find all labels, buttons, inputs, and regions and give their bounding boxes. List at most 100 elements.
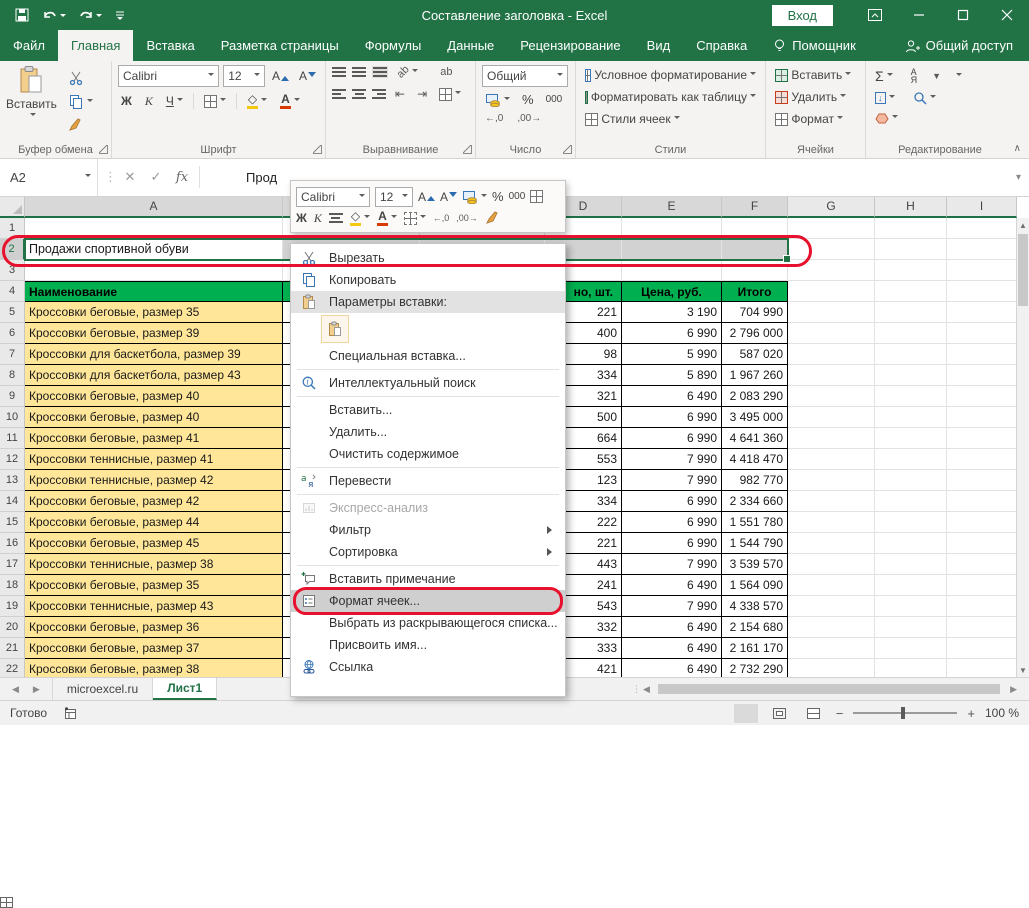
decrease-indent-button[interactable]: ⇤ [392, 86, 408, 102]
cell-E19[interactable]: 7 990 [622, 596, 722, 617]
cell-I18[interactable] [947, 575, 1017, 596]
mini-increase-font-button[interactable]: А [418, 190, 435, 204]
zoom-level[interactable]: 100 % [985, 706, 1019, 720]
cell-F1[interactable] [722, 218, 788, 239]
normal-view-button[interactable] [734, 704, 758, 723]
name-box[interactable]: A2 [0, 158, 98, 196]
cell-I7[interactable] [947, 344, 1017, 365]
menu-item-16[interactable]: Сортировка [291, 541, 565, 563]
cell-A3[interactable] [25, 260, 283, 281]
mini-format-painter-button[interactable] [485, 211, 499, 225]
bold-button[interactable]: Ж [118, 93, 135, 109]
cell-H11[interactable] [875, 428, 947, 449]
cell-F17[interactable]: 3 539 570 [722, 554, 788, 575]
number-format-combo[interactable]: Общий [482, 65, 568, 87]
hscroll-right-icon[interactable]: ▶ [1010, 684, 1017, 695]
row-header-11[interactable]: 11 [0, 428, 25, 449]
cell-F19[interactable]: 4 338 570 [722, 596, 788, 617]
accounting-format-button[interactable] [482, 92, 513, 108]
menu-item-21[interactable]: Присвоить имя... [291, 634, 565, 656]
tab-1[interactable]: Главная [58, 30, 133, 61]
row-header-3[interactable]: 3 [0, 260, 25, 281]
cell-F6[interactable]: 2 796 000 [722, 323, 788, 344]
page-layout-view-button[interactable] [768, 704, 792, 723]
find-select-button[interactable] [910, 90, 939, 106]
cell-I10[interactable] [947, 407, 1017, 428]
minimize-button[interactable] [897, 0, 941, 30]
cell-I1[interactable] [947, 218, 1017, 239]
cell-G11[interactable] [788, 428, 875, 449]
cell-F8[interactable]: 1 967 260 [722, 365, 788, 386]
mini-decrease-decimal-button[interactable]: ,00→ [456, 213, 478, 223]
cell-H6[interactable] [875, 323, 947, 344]
tab-7[interactable]: Вид [634, 30, 684, 61]
cell-I19[interactable] [947, 596, 1017, 617]
column-header-G[interactable]: G [788, 196, 875, 218]
font-name-combo[interactable]: Calibri [118, 65, 219, 87]
format-painter-button[interactable] [65, 117, 96, 133]
cell-H13[interactable] [875, 470, 947, 491]
horizontal-scroll-thumb[interactable] [658, 684, 1000, 694]
vertical-scrollbar[interactable]: ▲ ▼ [1016, 218, 1029, 677]
cell-H10[interactable] [875, 407, 947, 428]
tab-4[interactable]: Формулы [352, 30, 435, 61]
cell-F10[interactable]: 3 495 000 [722, 407, 788, 428]
undo-button[interactable] [42, 8, 66, 22]
italic-button[interactable]: К [142, 93, 156, 110]
align-center-icon[interactable] [352, 89, 366, 99]
mini-bold-button[interactable]: Ж [296, 211, 307, 225]
cell-I12[interactable] [947, 449, 1017, 470]
mini-percent-button[interactable]: % [492, 189, 504, 204]
font-dialog-launcher[interactable] [313, 145, 322, 154]
menu-item-20[interactable]: Выбрать из раскрывающегося списка... [291, 612, 565, 634]
page-break-view-button[interactable] [802, 704, 826, 723]
mini-font-name-combo[interactable]: Calibri [296, 187, 370, 207]
cell-F12[interactable]: 4 418 470 [722, 449, 788, 470]
row-header-1[interactable]: 1 [0, 218, 25, 239]
zoom-slider-thumb[interactable] [901, 707, 905, 719]
cell-F18[interactable]: 1 564 090 [722, 575, 788, 596]
maximize-button[interactable] [941, 0, 985, 30]
insert-cells-button[interactable]: Вставить [772, 67, 859, 83]
cell-G19[interactable] [788, 596, 875, 617]
cell-E7[interactable]: 5 990 [622, 344, 722, 365]
cell-F13[interactable]: 982 770 [722, 470, 788, 491]
tab-0[interactable]: Файл [0, 30, 58, 61]
cell-I9[interactable] [947, 386, 1017, 407]
cell-A21[interactable]: Кроссовки беговые, размер 37 [25, 638, 283, 659]
cell-H4[interactable] [875, 281, 947, 302]
mini-decrease-font-button[interactable]: А [440, 190, 457, 204]
cell-G20[interactable] [788, 617, 875, 638]
cell-E9[interactable]: 6 490 [622, 386, 722, 407]
menu-item-19[interactable]: Формат ячеек... [291, 590, 565, 612]
align-left-icon[interactable] [332, 89, 346, 99]
autosum-button[interactable]: Σ [872, 67, 896, 85]
cell-E12[interactable]: 7 990 [622, 449, 722, 470]
zoom-slider[interactable] [853, 712, 957, 714]
menu-item-9[interactable]: Удалить... [291, 421, 565, 443]
column-header-H[interactable]: H [875, 196, 947, 218]
macro-record-icon[interactable] [63, 707, 77, 720]
cell-F22[interactable]: 2 732 290 [722, 659, 788, 677]
cell-F14[interactable]: 2 334 660 [722, 491, 788, 512]
cell-I14[interactable] [947, 491, 1017, 512]
menu-item-1[interactable]: Копировать [291, 269, 565, 291]
column-header-E[interactable]: E [622, 196, 722, 218]
cell-G5[interactable] [788, 302, 875, 323]
cell-E13[interactable]: 7 990 [622, 470, 722, 491]
cell-A15[interactable]: Кроссовки беговые, размер 44 [25, 512, 283, 533]
cell-A17[interactable]: Кроссовки теннисные, размер 38 [25, 554, 283, 575]
cell-G7[interactable] [788, 344, 875, 365]
cell-I16[interactable] [947, 533, 1017, 554]
menu-item-6[interactable]: iИнтеллектуальный поиск [291, 372, 565, 394]
cell-F4[interactable]: Итого [722, 281, 788, 302]
cell-A13[interactable]: Кроссовки теннисные, размер 42 [25, 470, 283, 491]
cell-G6[interactable] [788, 323, 875, 344]
row-header-19[interactable]: 19 [0, 596, 25, 617]
copy-button[interactable] [65, 93, 96, 111]
cell-A19[interactable]: Кроссовки теннисные, размер 43 [25, 596, 283, 617]
cell-G8[interactable] [788, 365, 875, 386]
cell-F11[interactable]: 4 641 360 [722, 428, 788, 449]
mini-font-color-button[interactable]: А [377, 210, 397, 226]
increase-decimal-button[interactable]: ←,0 [482, 112, 506, 125]
